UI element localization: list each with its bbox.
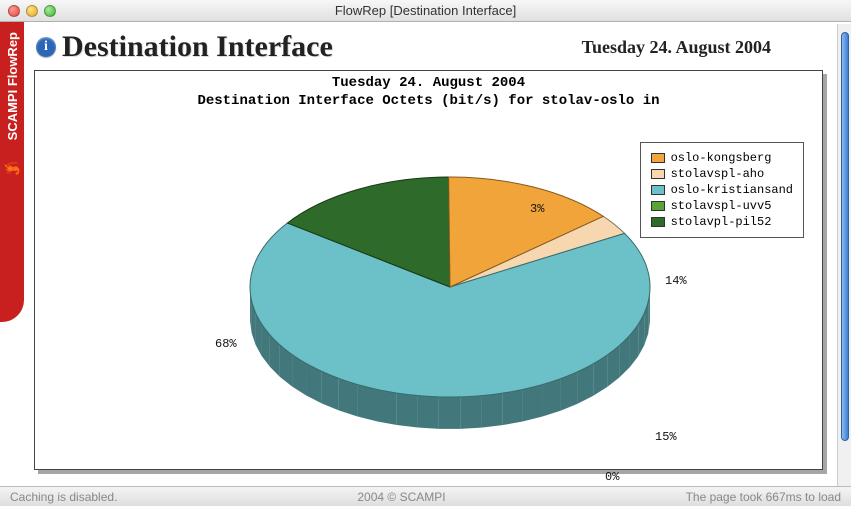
- chart-title: Tuesday 24. August 2004 Destination Inte…: [35, 71, 822, 112]
- page-title: Destination Interface: [62, 30, 333, 64]
- legend-swatch: [651, 153, 665, 163]
- info-icon[interactable]: i: [36, 37, 56, 57]
- app-sidebar: SCAMPI FlowRep 🦐: [0, 22, 24, 322]
- legend-item: stolavpl-pil52: [651, 215, 793, 229]
- slice-percent-label: 68%: [215, 337, 237, 351]
- pie-chart: [235, 147, 665, 437]
- slice-percent-label: 0%: [605, 470, 619, 484]
- sidebar-label: SCAMPI FlowRep: [5, 32, 20, 140]
- status-center: 2004 © SCAMPI: [357, 490, 445, 504]
- slice-percent-label: 3%: [530, 202, 544, 216]
- chart-title-line2: Destination Interface Octets (bit/s) for…: [35, 93, 822, 111]
- status-right: The page took 667ms to load: [686, 490, 841, 504]
- legend-swatch: [651, 185, 665, 195]
- slice-percent-label: 14%: [665, 274, 687, 288]
- legend-label: oslo-kristiansand: [671, 183, 793, 197]
- slice-percent-label: 15%: [655, 430, 677, 444]
- chart-title-line1: Tuesday 24. August 2004: [35, 75, 822, 93]
- window-title: FlowRep [Destination Interface]: [0, 3, 851, 18]
- legend-label: oslo-kongsberg: [671, 151, 772, 165]
- scampi-logo-icon: 🦐: [3, 160, 20, 177]
- status-bar: Caching is disabled. 2004 © SCAMPI The p…: [0, 486, 851, 506]
- chart-container: Tuesday 24. August 2004 Destination Inte…: [34, 70, 823, 470]
- header-date: Tuesday 24. August 2004: [582, 37, 771, 58]
- legend-swatch: [651, 169, 665, 179]
- legend-label: stolavspl-aho: [671, 167, 765, 181]
- vertical-scrollbar[interactable]: [837, 24, 851, 486]
- legend-item: stolavspl-aho: [651, 167, 793, 181]
- status-left: Caching is disabled.: [10, 490, 117, 504]
- legend-item: oslo-kongsberg: [651, 151, 793, 165]
- legend-item: stolavspl-uvv5: [651, 199, 793, 213]
- legend-item: oslo-kristiansand: [651, 183, 793, 197]
- legend-swatch: [651, 201, 665, 211]
- chart-legend: oslo-kongsberg stolavspl-aho oslo-kristian…: [640, 142, 804, 238]
- legend-swatch: [651, 217, 665, 227]
- legend-label: stolavpl-pil52: [671, 215, 772, 229]
- window-titlebar: FlowRep [Destination Interface]: [0, 0, 851, 22]
- legend-label: stolavspl-uvv5: [671, 199, 772, 213]
- page-header: i Destination Interface Tuesday 24. Augu…: [32, 28, 825, 70]
- scroll-thumb[interactable]: [841, 32, 849, 441]
